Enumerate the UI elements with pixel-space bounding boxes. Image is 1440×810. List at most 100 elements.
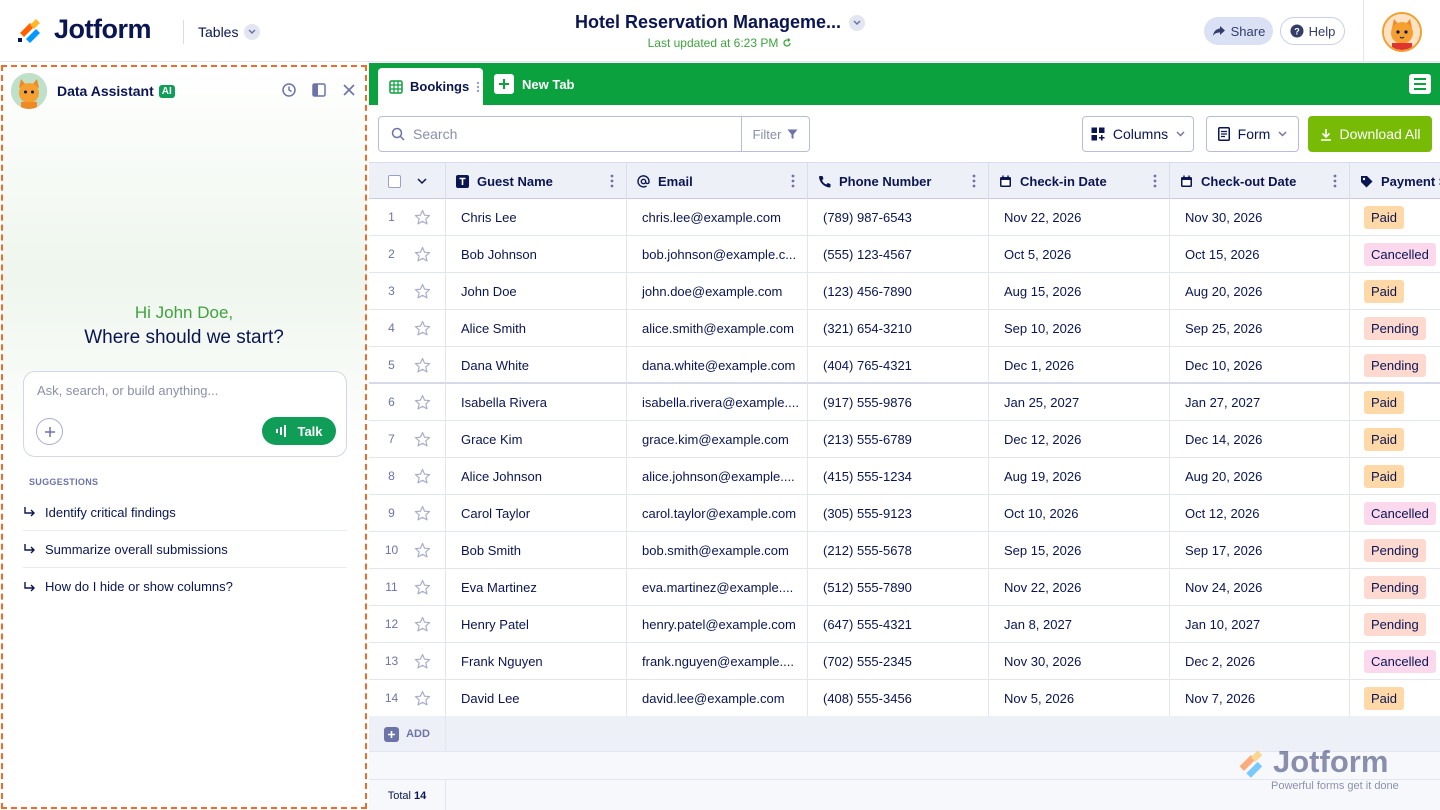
cell-email[interactable]: eva.martinez@example.... — [627, 569, 808, 605]
suggestion-item[interactable]: How do I hide or show columns? — [23, 568, 347, 605]
close-icon[interactable] — [341, 82, 357, 98]
cell-phone[interactable]: (408) 555-3456 — [808, 680, 989, 716]
share-button[interactable]: Share — [1204, 17, 1273, 45]
search-input[interactable] — [413, 126, 733, 142]
cell-name[interactable]: Isabella Rivera — [446, 384, 627, 420]
cell-checkout[interactable]: Dec 2, 2026 — [1170, 643, 1350, 679]
cell-payment-status[interactable]: Paid — [1350, 384, 1440, 420]
cell-email[interactable]: grace.kim@example.com — [627, 421, 808, 457]
column-header-email[interactable]: Email — [627, 163, 808, 199]
cell-name[interactable]: Grace Kim — [446, 421, 627, 457]
table-row[interactable]: 6 Isabella Rivera isabella.rivera@example.… — [369, 384, 1440, 421]
cell-email[interactable]: john.doe@example.com — [627, 273, 808, 309]
column-menu-icon[interactable] — [610, 174, 614, 188]
cell-phone[interactable]: (789) 987-6543 — [808, 199, 989, 235]
cell-email[interactable]: bob.johnson@example.c... — [627, 236, 808, 272]
select-all-checkbox[interactable] — [387, 174, 401, 188]
table-row[interactable]: 1 Chris Lee chris.lee@example.com (789) 987… — [369, 199, 1440, 236]
cell-phone[interactable]: (702) 555-2345 — [808, 643, 989, 679]
cell-phone[interactable]: (212) 555-5678 — [808, 532, 989, 568]
cell-name[interactable]: Alice Smith — [446, 310, 627, 346]
help-button[interactable]: ? Help — [1280, 17, 1345, 45]
column-header-check-in[interactable]: Check-in Date — [989, 163, 1170, 199]
user-avatar[interactable] — [1382, 12, 1422, 52]
cell-name[interactable]: Chris Lee — [446, 199, 627, 235]
cell-phone[interactable]: (213) 555-6789 — [808, 421, 989, 457]
star-icon[interactable] — [414, 283, 431, 300]
cell-phone[interactable]: (415) 555-1234 — [808, 458, 989, 494]
tab-menu-icon[interactable] — [1409, 74, 1431, 94]
suggestion-item[interactable]: Identify critical findings — [23, 494, 347, 531]
cell-name[interactable]: Dana White — [446, 347, 627, 383]
cell-phone[interactable]: (123) 456-7890 — [808, 273, 989, 309]
star-icon[interactable] — [414, 579, 431, 596]
cell-payment-status[interactable]: Pending — [1350, 347, 1440, 383]
table-row[interactable]: 3 John Doe john.doe@example.com (123) 456-7… — [369, 273, 1440, 310]
cell-checkin[interactable]: Nov 22, 2026 — [989, 199, 1170, 235]
attach-button[interactable] — [36, 418, 63, 445]
column-header-phone[interactable]: Phone Number — [808, 163, 989, 199]
form-button[interactable]: Form — [1206, 116, 1299, 152]
cell-checkout[interactable]: Jan 10, 2027 — [1170, 606, 1350, 642]
cell-name[interactable]: Eva Martinez — [446, 569, 627, 605]
cell-payment-status[interactable]: Paid — [1350, 680, 1440, 716]
cell-payment-status[interactable]: Paid — [1350, 458, 1440, 494]
cell-email[interactable]: carol.taylor@example.com — [627, 495, 808, 531]
table-row[interactable]: 8 Alice Johnson alice.johnson@example....(… — [369, 458, 1440, 495]
star-icon[interactable] — [414, 320, 431, 337]
cell-email[interactable]: isabella.rivera@example.... — [627, 384, 808, 420]
cell-checkin[interactable]: Aug 19, 2026 — [989, 458, 1170, 494]
table-row[interactable]: 10 Bob Smith bob.smith@example.com (212) 55… — [369, 532, 1440, 569]
sidebar-toggle-icon[interactable] — [311, 82, 327, 98]
cell-name[interactable]: Frank Nguyen — [446, 643, 627, 679]
new-tab-button[interactable]: New Tab — [494, 74, 575, 94]
cell-checkout[interactable]: Sep 17, 2026 — [1170, 532, 1350, 568]
history-icon[interactable] — [281, 82, 297, 98]
page-title[interactable]: Hotel Reservation Manageme... — [575, 12, 841, 33]
table-row[interactable]: 13 Frank Nguyen frank.nguyen@example.... (7… — [369, 643, 1440, 680]
star-icon[interactable] — [414, 394, 431, 411]
cell-checkout[interactable]: Oct 12, 2026 — [1170, 495, 1350, 531]
column-menu-icon[interactable] — [1153, 174, 1157, 188]
cell-checkout[interactable]: Aug 20, 2026 — [1170, 458, 1350, 494]
talk-button[interactable]: Talk — [262, 417, 336, 445]
cell-payment-status[interactable]: Pending — [1350, 532, 1440, 568]
star-icon[interactable] — [414, 357, 431, 374]
cell-name[interactable]: David Lee — [446, 680, 627, 716]
title-chevron-down-icon[interactable] — [849, 14, 866, 31]
cell-phone[interactable]: (305) 555-9123 — [808, 495, 989, 531]
cell-checkin[interactable]: Nov 22, 2026 — [989, 569, 1170, 605]
cell-name[interactable]: Bob Smith — [446, 532, 627, 568]
cell-checkout[interactable]: Sep 25, 2026 — [1170, 310, 1350, 346]
table-row[interactable]: 11 Eva Martinez eva.martinez@example.... (5… — [369, 569, 1440, 606]
cell-checkout[interactable]: Dec 14, 2026 — [1170, 421, 1350, 457]
cell-payment-status[interactable]: Paid — [1350, 273, 1440, 309]
table-row[interactable]: 14 David Lee david.lee@example.com (408) 55… — [369, 680, 1440, 717]
cell-email[interactable]: henry.patel@example.com — [627, 606, 808, 642]
star-icon[interactable] — [414, 653, 431, 670]
cell-email[interactable]: chris.lee@example.com — [627, 199, 808, 235]
column-header-payment-status[interactable]: Payment S — [1350, 163, 1440, 199]
cell-phone[interactable]: (647) 555-4321 — [808, 606, 989, 642]
suggestion-item[interactable]: Summarize overall submissions — [23, 531, 347, 568]
download-all-button[interactable]: Download All — [1308, 116, 1432, 152]
cell-checkin[interactable]: Oct 5, 2026 — [989, 236, 1170, 272]
star-icon[interactable] — [414, 246, 431, 263]
cell-name[interactable]: Henry Patel — [446, 606, 627, 642]
table-row[interactable]: 7 Grace Kim grace.kim@example.com (213) 555… — [369, 421, 1440, 458]
table-row[interactable]: 5 Dana White dana.white@example.com (404) 7… — [369, 347, 1440, 384]
assistant-chat-input[interactable]: Ask, search, or build anything... Talk — [23, 371, 347, 457]
cell-name[interactable]: Alice Johnson — [446, 458, 627, 494]
cell-phone[interactable]: (555) 123-4567 — [808, 236, 989, 272]
cell-checkout[interactable]: Nov 24, 2026 — [1170, 569, 1350, 605]
add-row-button[interactable]: ADD — [369, 716, 446, 752]
cell-payment-status[interactable]: Cancelled — [1350, 236, 1440, 272]
star-icon[interactable] — [414, 468, 431, 485]
cell-phone[interactable]: (917) 555-9876 — [808, 384, 989, 420]
cell-payment-status[interactable]: Paid — [1350, 199, 1440, 235]
cell-email[interactable]: alice.smith@example.com — [627, 310, 808, 346]
star-icon[interactable] — [414, 542, 431, 559]
cell-checkin[interactable]: Sep 15, 2026 — [989, 532, 1170, 568]
cell-checkin[interactable]: Nov 5, 2026 — [989, 680, 1170, 716]
cell-phone[interactable]: (321) 654-3210 — [808, 310, 989, 346]
